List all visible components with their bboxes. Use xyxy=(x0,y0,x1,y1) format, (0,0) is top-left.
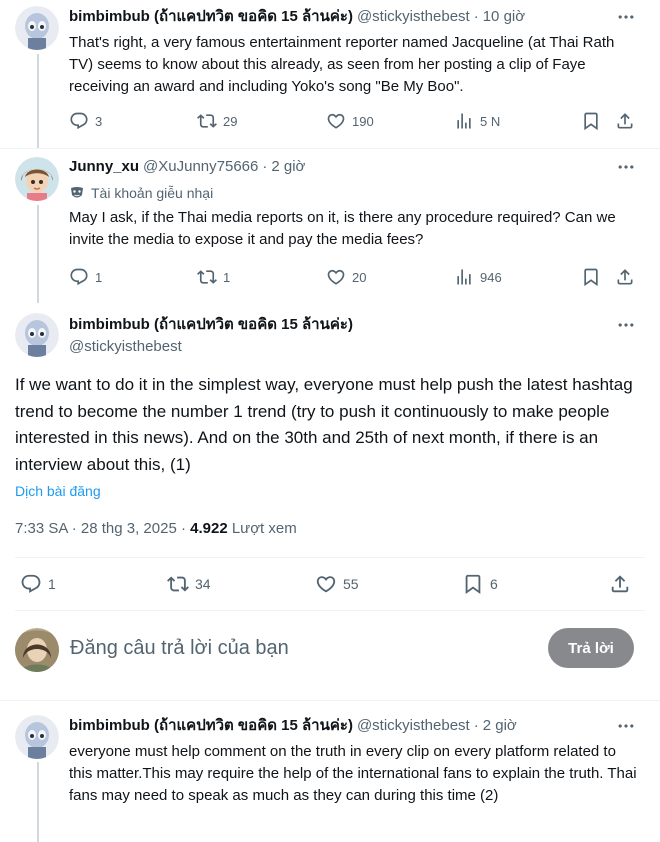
like-count: 190 xyxy=(352,113,374,129)
reply-count: 1 xyxy=(48,576,56,592)
repost-icon xyxy=(167,573,189,595)
views-count: 946 xyxy=(480,269,502,285)
reply-icon xyxy=(69,267,89,287)
heart-icon xyxy=(326,267,346,287)
bookmark-button[interactable]: 6 xyxy=(462,573,498,595)
bookmark-icon xyxy=(581,267,601,287)
like-count: 55 xyxy=(343,576,359,592)
thread-line xyxy=(37,54,39,148)
thread-line xyxy=(37,205,39,303)
separator-dot: · xyxy=(473,717,479,734)
repost-count: 29 xyxy=(223,113,238,129)
views-button[interactable]: 5 N xyxy=(454,111,500,131)
user-handle[interactable]: @XuJunny75666 xyxy=(143,157,258,177)
avatar[interactable] xyxy=(15,313,59,357)
user-avatar[interactable] xyxy=(15,628,59,672)
display-name[interactable]: bimbimbub (ถ้าแคปทวิต ขอคิด 15 ล้านค่ะ) xyxy=(69,716,353,736)
more-icon[interactable] xyxy=(616,157,636,177)
user-handle[interactable]: @stickyisthebest xyxy=(357,7,470,27)
heart-icon xyxy=(315,573,337,595)
handle-row: @stickyisthebest xyxy=(69,337,182,357)
divider xyxy=(0,148,660,149)
more-icon[interactable] xyxy=(616,716,636,736)
heart-icon xyxy=(326,111,346,131)
reply-button[interactable]: 1 xyxy=(69,267,102,287)
views-button[interactable]: 946 xyxy=(454,267,502,287)
like-count: 20 xyxy=(352,269,367,285)
views-number: 4.922 xyxy=(190,520,228,537)
repost-icon xyxy=(197,111,217,131)
reply-count: 1 xyxy=(95,269,103,285)
tweet-header: bimbimbub (ถ้าแคปทวิต ขอคิด 15 ล้านค่ะ) … xyxy=(69,7,525,27)
user-handle[interactable]: @stickyisthebest xyxy=(69,337,182,357)
reply-input[interactable]: Đăng câu trả lời của bạn xyxy=(70,637,289,660)
more-icon[interactable] xyxy=(616,7,636,27)
views-icon xyxy=(454,111,474,131)
parody-label: Tài khoản giễu nhại xyxy=(91,185,214,201)
tweet-timestamp: 7:33 SA · 28 thg 3, 2025 · 4.922 Lượt xe… xyxy=(15,520,297,537)
tweet-header: bimbimbub (ถ้าแคปทวิต ขอคิด 15 ล้านค่ะ) … xyxy=(69,716,517,736)
parody-badge: Tài khoản giễu nhại xyxy=(69,183,213,203)
display-name[interactable]: bimbimbub (ถ้าแคปทวิต ขอคิด 15 ล้านค่ะ) xyxy=(69,7,353,27)
views-count: 5 N xyxy=(480,113,501,129)
tweet-header: bimbimbub (ถ้าแคปทวิต ขอคิด 15 ล้านค่ะ) xyxy=(69,315,353,335)
mask-icon xyxy=(71,187,83,198)
timestamp-text[interactable]: 7:33 SA · 28 thg 3, 2025 · xyxy=(15,520,190,537)
share-icon xyxy=(615,267,635,287)
bookmark-count: 6 xyxy=(490,576,498,592)
thread-line xyxy=(37,762,39,842)
tweet-header: Junny_xu @XuJunny75666 · 2 giờ xyxy=(69,157,305,177)
bookmark-button[interactable] xyxy=(581,111,601,131)
repost-button[interactable]: 34 xyxy=(167,573,211,595)
repost-button[interactable]: 1 xyxy=(197,267,230,287)
share-button[interactable] xyxy=(615,267,635,287)
avatar[interactable] xyxy=(15,157,59,201)
repost-count: 1 xyxy=(223,269,231,285)
repost-icon xyxy=(197,267,217,287)
share-button[interactable] xyxy=(615,111,635,131)
reply-button[interactable]: 3 xyxy=(69,111,102,131)
tweet-text: everyone must help comment on the truth … xyxy=(69,743,637,804)
bookmark-button[interactable] xyxy=(581,267,601,287)
tweet-time[interactable]: 2 giờ xyxy=(483,716,517,736)
translate-link[interactable]: Dịch bài đăng xyxy=(15,483,101,499)
tweet-time[interactable]: 10 giờ xyxy=(483,7,525,27)
divider xyxy=(0,700,660,701)
repost-count: 34 xyxy=(195,576,211,592)
tweet-text: That's right, a very famous entertainmen… xyxy=(69,34,615,95)
divider xyxy=(15,557,645,558)
reply-submit-button[interactable]: Trả lời xyxy=(548,628,634,668)
display-name[interactable]: bimbimbub (ถ้าแคปทวิต ขอคิด 15 ล้านค่ะ) xyxy=(69,315,353,335)
user-handle[interactable]: @stickyisthebest xyxy=(357,716,470,736)
views-label: Lượt xem xyxy=(227,520,297,537)
divider xyxy=(15,610,645,611)
like-button[interactable]: 190 xyxy=(326,111,374,131)
separator-dot: · xyxy=(262,158,268,175)
like-button[interactable]: 20 xyxy=(326,267,366,287)
share-icon xyxy=(615,111,635,131)
views-icon xyxy=(454,267,474,287)
reply-count: 3 xyxy=(95,113,103,129)
avatar[interactable] xyxy=(15,715,59,759)
reply-button[interactable]: 1 xyxy=(20,573,56,595)
bookmark-icon xyxy=(462,573,484,595)
avatar[interactable] xyxy=(15,6,59,50)
tweet-time[interactable]: 2 giờ xyxy=(271,157,305,177)
share-icon xyxy=(609,573,631,595)
tweet-text: May I ask, if the Thai media reports on … xyxy=(69,209,616,248)
separator-dot: · xyxy=(473,8,479,25)
main-tweet-text: If we want to do it in the simplest way,… xyxy=(15,375,633,474)
display-name[interactable]: Junny_xu xyxy=(69,157,139,177)
repost-button[interactable]: 29 xyxy=(197,111,237,131)
more-icon[interactable] xyxy=(616,315,636,335)
bookmark-icon xyxy=(581,111,601,131)
share-button[interactable] xyxy=(609,573,631,595)
reply-icon xyxy=(69,111,89,131)
reply-icon xyxy=(20,573,42,595)
like-button[interactable]: 55 xyxy=(315,573,359,595)
